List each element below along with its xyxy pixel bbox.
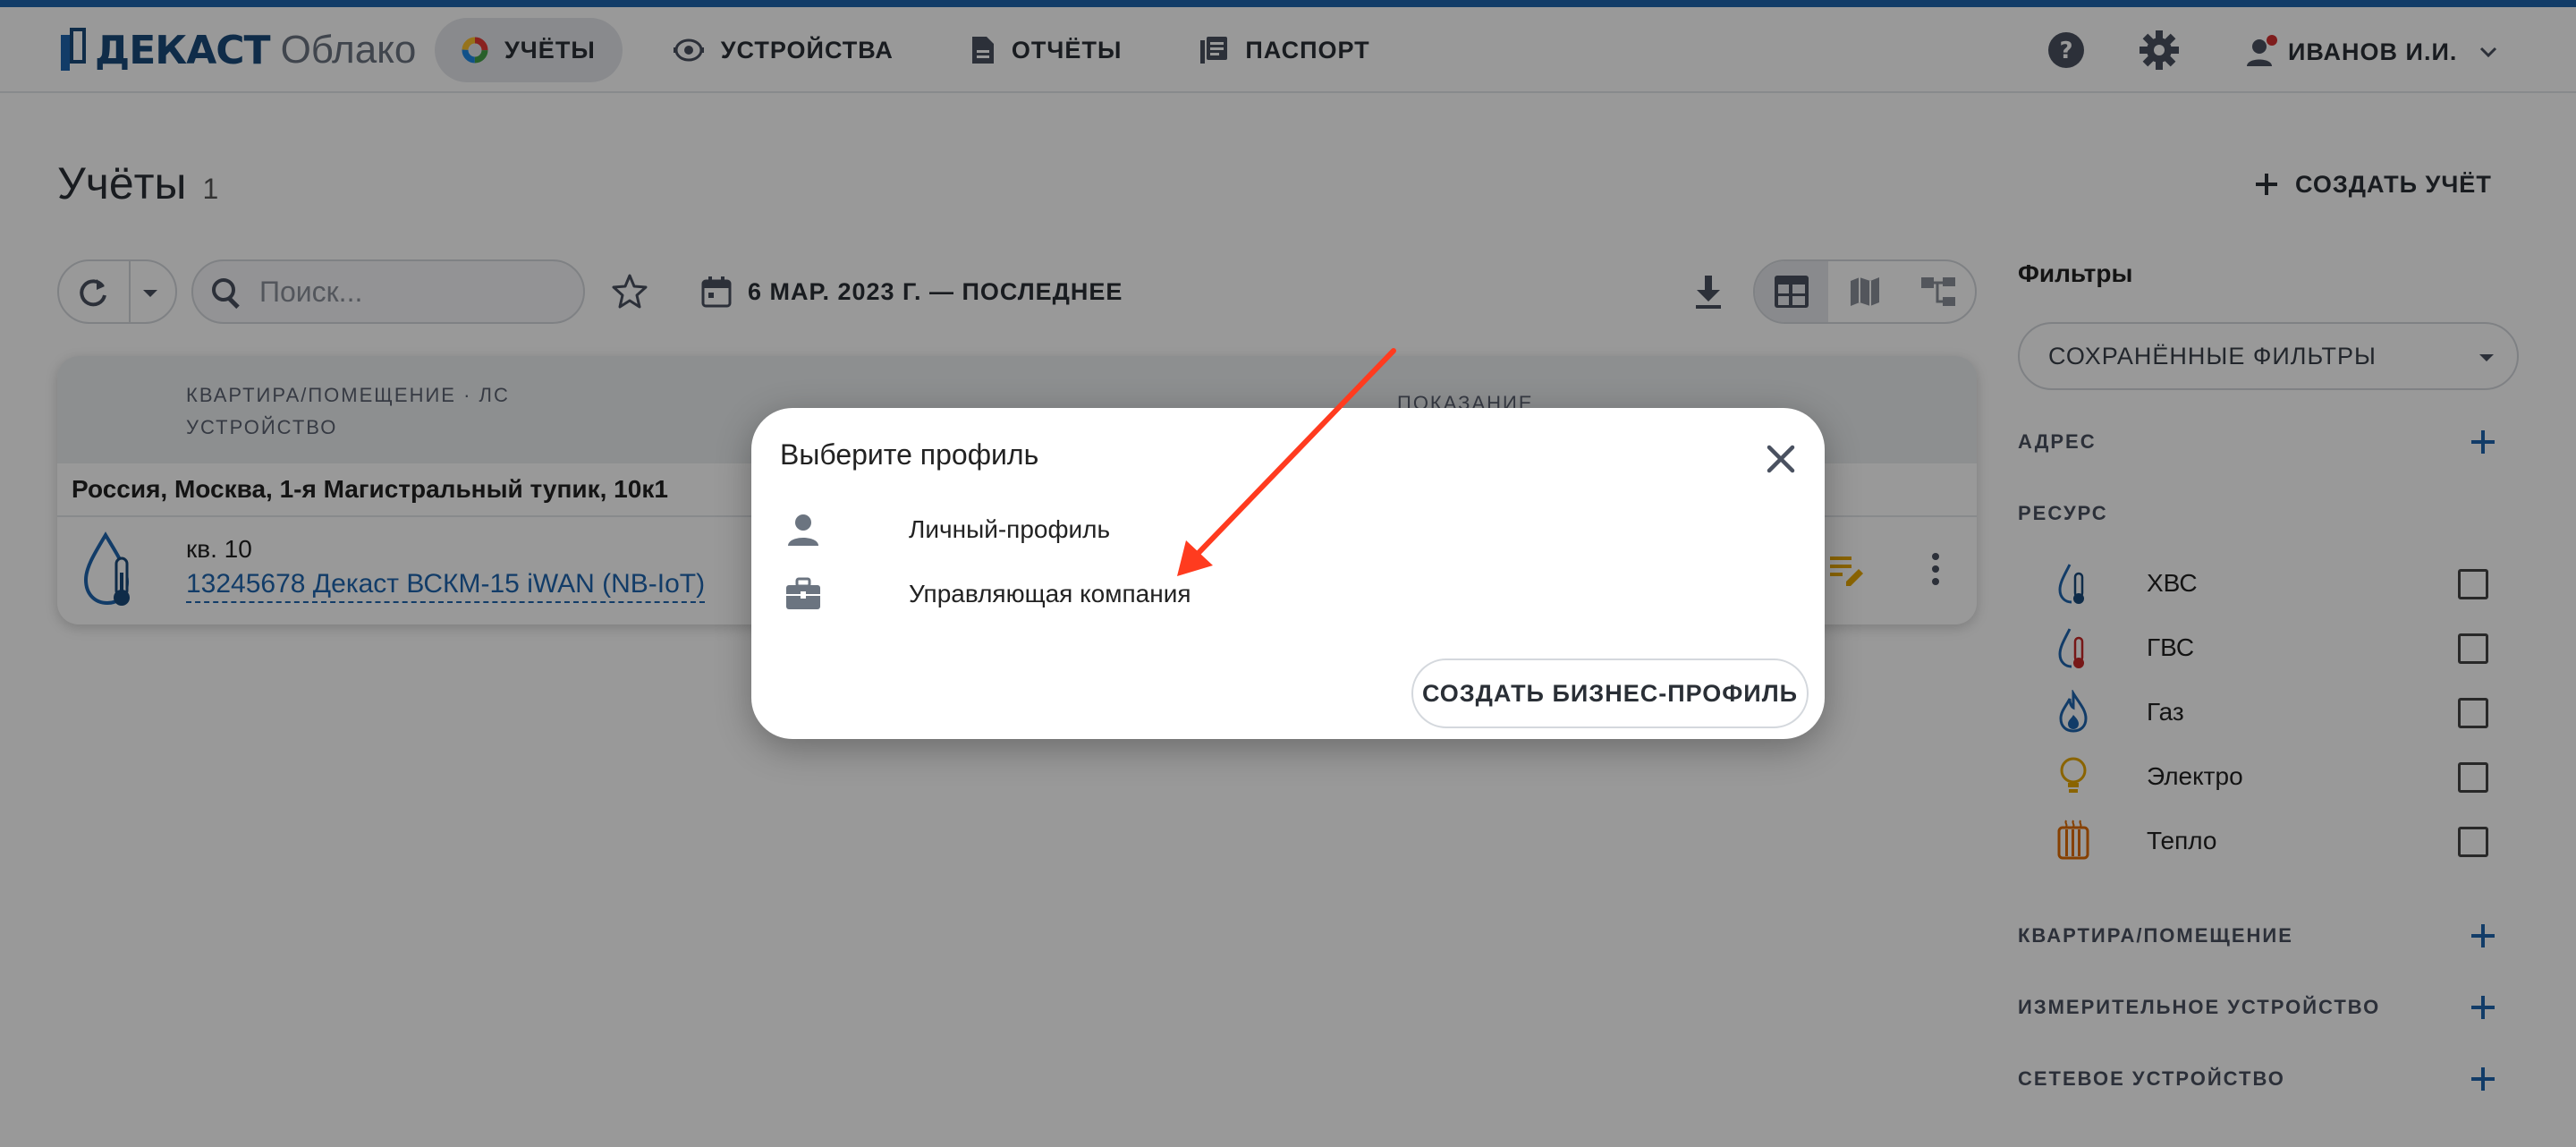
profile-option-label: Личный-профиль [909,515,1111,543]
dialog-title: Выберите профиль [780,438,1039,471]
profile-option-label: Управляющая компания [909,580,1191,607]
create-business-profile-button[interactable]: СОЗДАТЬ БИЗНЕС-ПРОФИЛЬ [1411,658,1809,728]
close-icon[interactable] [1758,437,1803,481]
app-root: ДЕКАСТ Облако УЧЁТЫ УСТРОЙСТВА ОТЧЁТЫ ПА… [0,0,2576,1147]
profile-option-personal[interactable]: Личный-профиль [780,505,1496,555]
person-icon [780,506,826,553]
briefcase-icon [780,571,826,617]
choose-profile-dialog: Выберите профиль Личный-профиль Управляю… [751,408,1825,739]
profile-option-management-company[interactable]: Управляющая компания [780,569,1496,619]
